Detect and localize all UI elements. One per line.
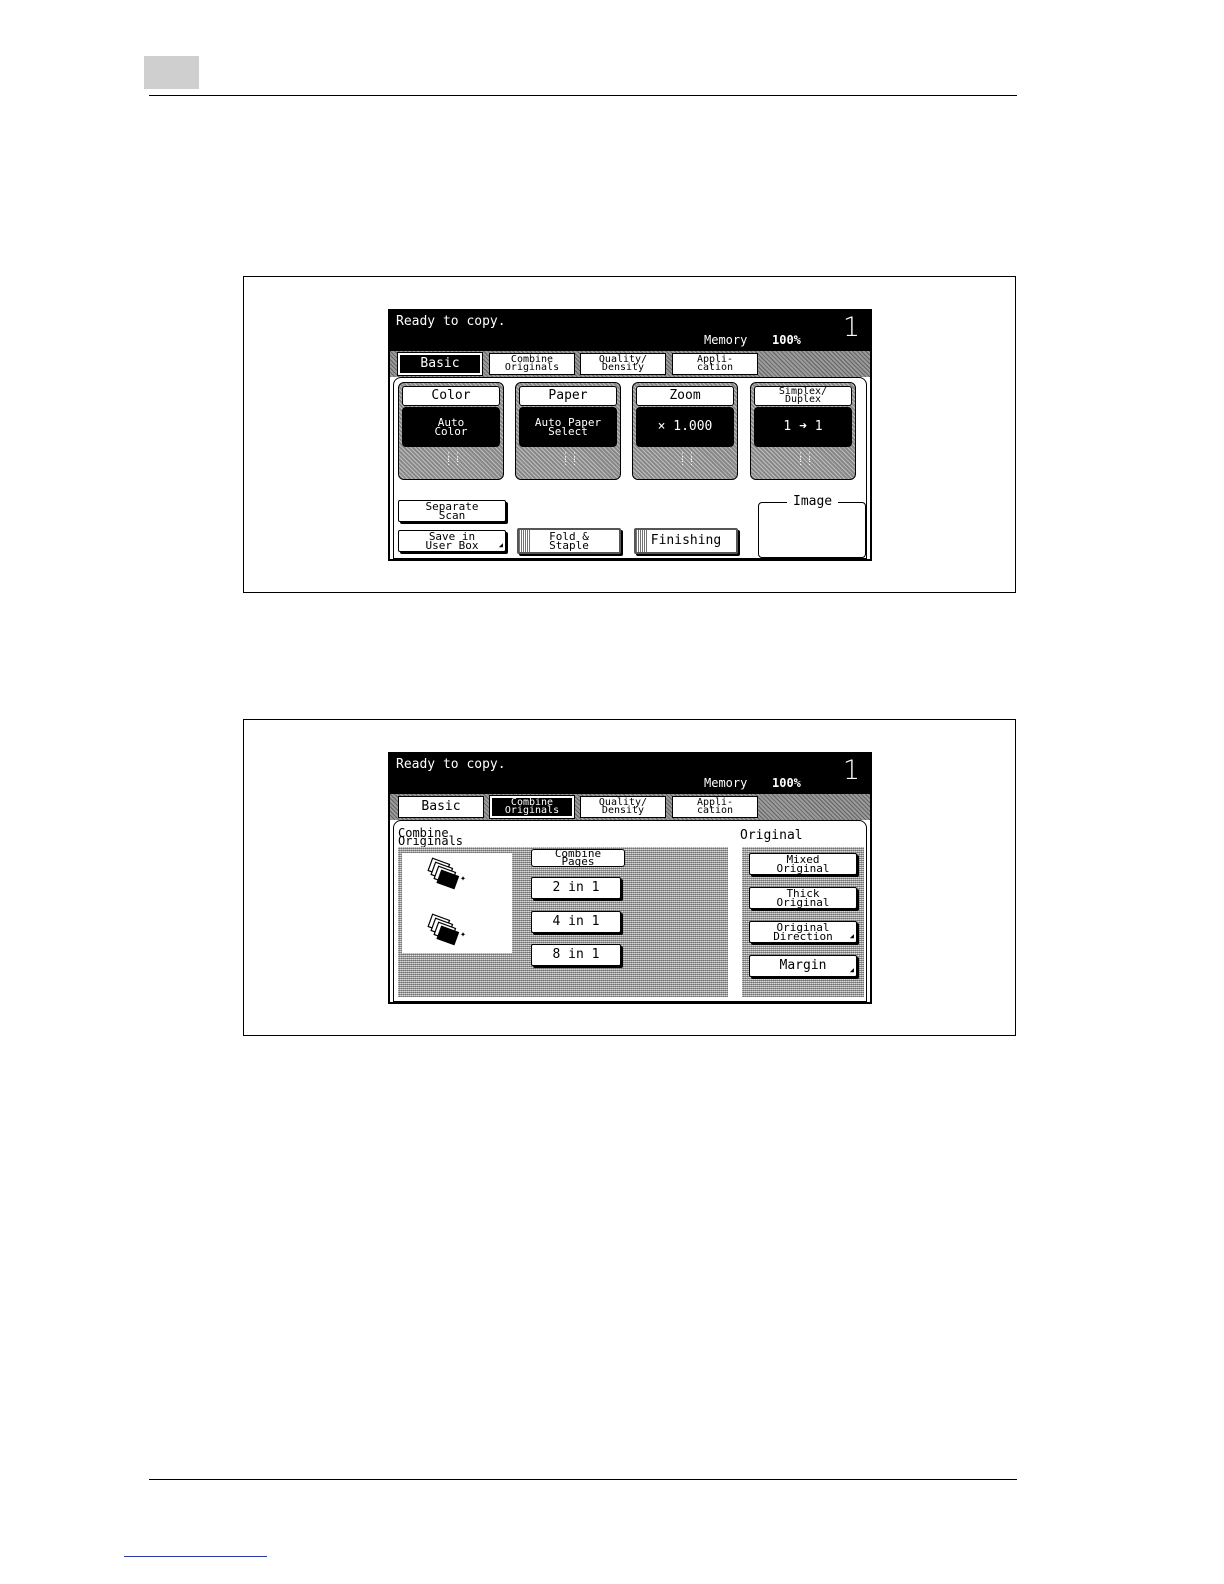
combine-content: Combine Originals ✦ ✦ Combine Pages 2 in… — [393, 820, 867, 1002]
simplex-duplex-label: Simplex/Duplex — [754, 386, 852, 406]
combine-illustration: ✦ ✦ — [402, 853, 512, 953]
tab-quality-density[interactable]: Quality/Density — [580, 353, 666, 375]
tab-combine-originals[interactable]: Combine Originals — [489, 353, 575, 375]
tab-application[interactable]: Appli-cation — [672, 353, 758, 375]
status-message: Ready to copy. — [396, 757, 506, 772]
corner-arrow-icon: ◢ — [498, 541, 503, 549]
combine-8in1-button[interactable]: 8 in 1 — [531, 944, 621, 966]
paper-function-button[interactable]: Paper Auto Paper Select ⋮⋮ ⋮⋮ — [515, 382, 621, 480]
status-message: Ready to copy. — [396, 314, 506, 329]
stacked-pages-icon: ✦ ✦ — [427, 857, 466, 946]
image-title: Image — [787, 495, 839, 509]
svg-text:✦: ✦ — [460, 929, 466, 940]
footer-link-underline — [124, 1556, 267, 1557]
copier-screen-basic: Ready to copy. Memory 100% 1 Basic Combi… — [388, 309, 872, 561]
combine-pages-label: Combine Pages — [531, 848, 625, 867]
zoom-value: × 1.000 — [636, 407, 734, 447]
zoom-function-button[interactable]: Zoom × 1.000 ⋮⋮ ⋮⋮ — [632, 382, 738, 480]
basic-content: Color Auto Color ⋮⋮ ⋮⋮ Paper Auto Paper Sel… — [393, 377, 867, 559]
finishing-button[interactable]: Finishing — [634, 528, 738, 554]
image-preview-box: Image — [758, 495, 866, 558]
svg-text:✦: ✦ — [460, 873, 466, 884]
status-bar: Ready to copy. Memory 100% 1 — [390, 311, 870, 351]
combine-2in1-button[interactable]: 2 in 1 — [531, 877, 621, 899]
figure-basic-screen: Ready to copy. Memory 100% 1 Basic Combi… — [243, 276, 1016, 593]
fold-staple-button[interactable]: Fold & Staple — [517, 528, 621, 554]
tab-strip: Basic Combine Originals Quality/Density A… — [390, 794, 870, 820]
tab-quality-density[interactable]: Quality/Density — [580, 796, 666, 818]
original-direction-button[interactable]: Original Direction ◢ — [749, 921, 857, 943]
color-label: Color — [402, 386, 500, 406]
section-title: Combine Originals — [398, 826, 464, 848]
corner-arrow-icon: ◢ — [849, 966, 854, 974]
corner-arrow-icon: ◢ — [849, 932, 854, 940]
figure-combine-screen: Ready to copy. Memory 100% 1 Basic Combi… — [243, 719, 1016, 1036]
copier-screen-combine: Ready to copy. Memory 100% 1 Basic Combi… — [388, 752, 872, 1004]
grip-dots-icon: ⋮⋮ ⋮⋮ — [444, 452, 462, 467]
margin-button[interactable]: Margin ◢ — [749, 955, 857, 977]
memory-value: 100% — [772, 333, 801, 347]
original-title: Original — [740, 828, 803, 843]
memory-label: Memory — [704, 333, 748, 347]
grip-dots-icon: ⋮⋮ ⋮⋮ — [561, 452, 579, 467]
color-value: Auto Color — [402, 407, 500, 447]
memory-value: 100% — [772, 776, 801, 790]
separate-scan-button[interactable]: Separate Scan — [398, 500, 506, 522]
color-function-button[interactable]: Color Auto Color ⋮⋮ ⋮⋮ — [398, 382, 504, 480]
tab-basic[interactable]: Basic — [397, 352, 483, 376]
paper-value: Auto Paper Select — [519, 407, 617, 447]
combine-4in1-button[interactable]: 4 in 1 — [531, 911, 621, 933]
simplex-duplex-value: 1 ➜ 1 — [754, 407, 852, 447]
header-rule — [149, 95, 1017, 96]
chapter-tab — [144, 56, 199, 89]
copy-count: 1 — [842, 312, 860, 343]
tab-strip: Basic Combine Originals Quality/Density A… — [390, 351, 870, 377]
paper-label: Paper — [519, 386, 617, 406]
tab-combine-originals[interactable]: Combine Originals — [489, 795, 575, 819]
tab-application[interactable]: Appli-cation — [672, 796, 758, 818]
thick-original-button[interactable]: Thick Original — [749, 887, 857, 909]
grip-dots-icon: ⋮⋮ ⋮⋮ — [796, 452, 814, 467]
mixed-original-button[interactable]: Mixed Original — [749, 853, 857, 875]
zoom-label: Zoom — [636, 386, 734, 406]
copy-count: 1 — [842, 755, 860, 786]
tab-basic[interactable]: Basic — [398, 796, 484, 818]
footer-rule — [149, 1479, 1017, 1480]
memory-label: Memory — [704, 776, 748, 790]
status-bar: Ready to copy. Memory 100% 1 — [390, 754, 870, 794]
save-in-user-box-button[interactable]: Save in User Box ◢ — [398, 530, 506, 552]
grip-dots-icon: ⋮⋮ ⋮⋮ — [678, 452, 696, 467]
simplex-duplex-function-button[interactable]: Simplex/Duplex 1 ➜ 1 ⋮⋮ ⋮⋮ — [750, 382, 856, 480]
